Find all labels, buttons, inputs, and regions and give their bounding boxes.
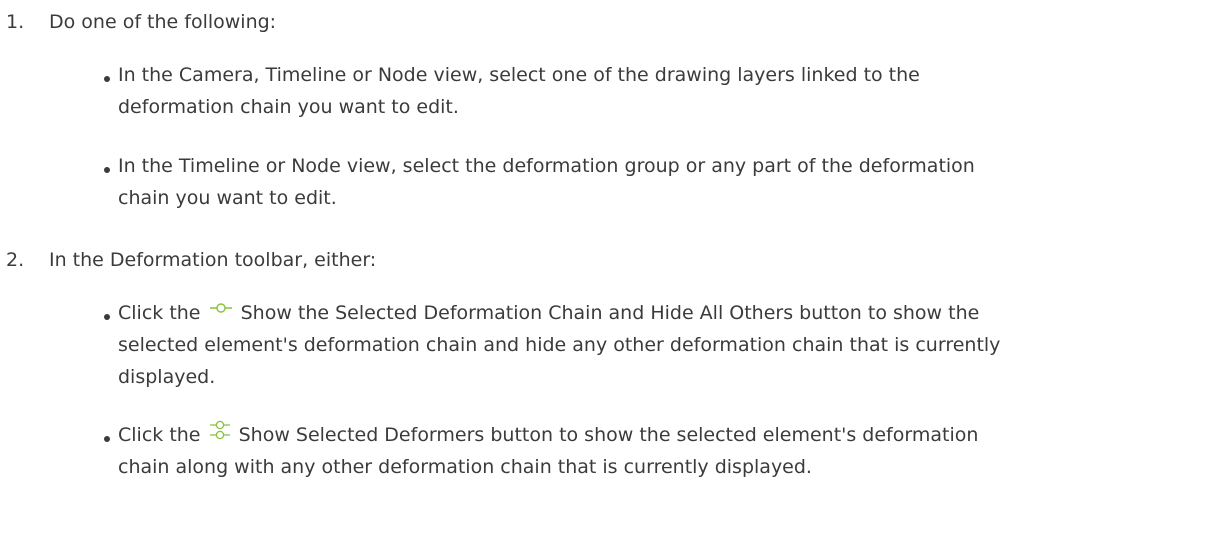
bullet-icon (104, 167, 110, 173)
list-item-line: chain you want to edit. (118, 187, 337, 209)
list-item-line: In the Camera, Timeline or Node view, se… (118, 64, 920, 86)
list-item-line: Show the Selected Deformation Chain and … (240, 302, 980, 324)
list-item-prefix: Click the (118, 424, 201, 446)
bullet-icon (104, 314, 110, 320)
list-item-line: deformation chain you want to edit. (118, 96, 459, 118)
list-item-line: selected element's deformation chain and… (118, 334, 1001, 356)
list-item-line: In the Timeline or Node view, select the… (118, 155, 975, 177)
step-1: 1. Do one of the following: (0, 6, 1220, 38)
step-2: 2. In the Deformation toolbar, either: (0, 244, 1220, 276)
bullet-icon (104, 436, 110, 442)
bullet-icon (104, 76, 110, 82)
show-selected-deformers-icon (209, 420, 231, 440)
step-number: 2. (6, 249, 25, 271)
step-text: Do one of the following: (49, 11, 277, 33)
list-item-line: chain along with any other deformation c… (118, 456, 812, 478)
step-number: 1. (6, 11, 25, 33)
step-text: In the Deformation toolbar, either: (49, 249, 377, 271)
show-selected-deformation-chain-icon (209, 302, 233, 314)
list-item-prefix: Click the (118, 302, 201, 324)
instructions-page: 1. Do one of the following: In the Camer… (0, 0, 1220, 548)
list-item-line: displayed. (118, 366, 216, 388)
list-item-line: Show Selected Deformers button to show t… (238, 424, 979, 446)
